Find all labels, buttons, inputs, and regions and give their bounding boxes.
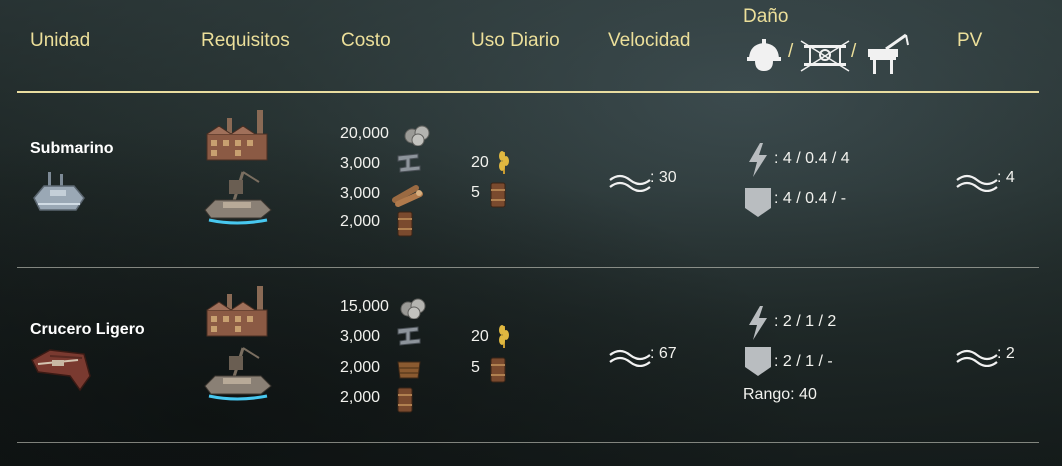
- header-uso-diario: Uso Diario: [471, 30, 560, 51]
- cost-oil: 2,000: [340, 213, 381, 230]
- defense-values: : 4 / 0.4 / -: [774, 190, 847, 207]
- wave-hp-icon: [956, 174, 998, 192]
- cost-steel: 3,000: [340, 328, 381, 345]
- cost-lumber: 2,000: [340, 359, 381, 376]
- biplane-icon: [800, 40, 850, 72]
- damage-separator-2: /: [851, 41, 857, 62]
- coins-icon: [404, 125, 430, 146]
- cost-wood: 3,000: [340, 185, 381, 202]
- oil-barrel-icon: [490, 182, 506, 208]
- daily-oil: 5: [471, 359, 480, 376]
- header-pv: PV: [957, 30, 983, 51]
- wheat-icon: [499, 151, 509, 174]
- shield-defense-icon: [745, 347, 771, 376]
- steel-beam-icon: [397, 326, 421, 346]
- factory-icon: [206, 286, 268, 337]
- speed-value: : 67: [650, 345, 677, 362]
- defense-values: : 2 / 1 / -: [774, 353, 833, 370]
- damage-separator: /: [788, 41, 794, 62]
- attack-values: : 2 / 1 / 2: [774, 313, 837, 330]
- unit-name: Crucero Ligero: [30, 321, 145, 338]
- oil-barrel-icon: [490, 357, 506, 383]
- lightning-attack-icon: [749, 143, 767, 177]
- wood-logs-icon: [392, 185, 423, 207]
- steel-beam-icon: [397, 153, 421, 173]
- wave-speed-icon: [609, 349, 651, 367]
- cost-money: 20,000: [340, 125, 389, 142]
- building-crane-icon: [868, 33, 909, 74]
- header-dano: Daño: [743, 6, 789, 27]
- header-costo: Costo: [341, 30, 391, 51]
- header-divider: [17, 91, 1039, 93]
- wheat-icon: [499, 325, 509, 348]
- factory-icon: [206, 110, 268, 161]
- row-divider: [17, 442, 1039, 443]
- submarine-unit-icon: [33, 172, 85, 211]
- header-unidad: Unidad: [30, 30, 91, 51]
- shipyard-icon: [204, 347, 272, 401]
- daily-food: 20: [471, 154, 489, 171]
- wave-hp-icon: [956, 349, 998, 367]
- row-divider: [17, 267, 1039, 268]
- hp-value: : 2: [997, 345, 1015, 362]
- light-cruiser-unit-icon: [31, 349, 91, 392]
- cost-oil: 2,000: [340, 389, 381, 406]
- daily-oil: 5: [471, 184, 480, 201]
- cost-money: 15,000: [340, 298, 389, 315]
- range-value: Rango: 40: [743, 386, 817, 403]
- oil-barrel-icon: [397, 387, 413, 413]
- cost-steel: 3,000: [340, 155, 381, 172]
- coins-icon: [400, 298, 426, 319]
- shield-defense-icon: [745, 188, 771, 217]
- lightning-attack-icon: [749, 306, 767, 340]
- daily-food: 20: [471, 328, 489, 345]
- wooden-crate-icon: [397, 361, 421, 379]
- header-velocidad: Velocidad: [608, 30, 691, 51]
- infantry-helmet-icon: [747, 39, 781, 71]
- speed-value: : 30: [650, 169, 677, 186]
- shipyard-icon: [204, 171, 272, 225]
- oil-barrel-icon: [397, 211, 413, 237]
- unit-name: Submarino: [30, 140, 114, 157]
- wave-speed-icon: [609, 174, 651, 192]
- header-requisitos: Requisitos: [201, 30, 290, 51]
- attack-values: : 4 / 0.4 / 4: [774, 150, 850, 167]
- hp-value: : 4: [997, 169, 1015, 186]
